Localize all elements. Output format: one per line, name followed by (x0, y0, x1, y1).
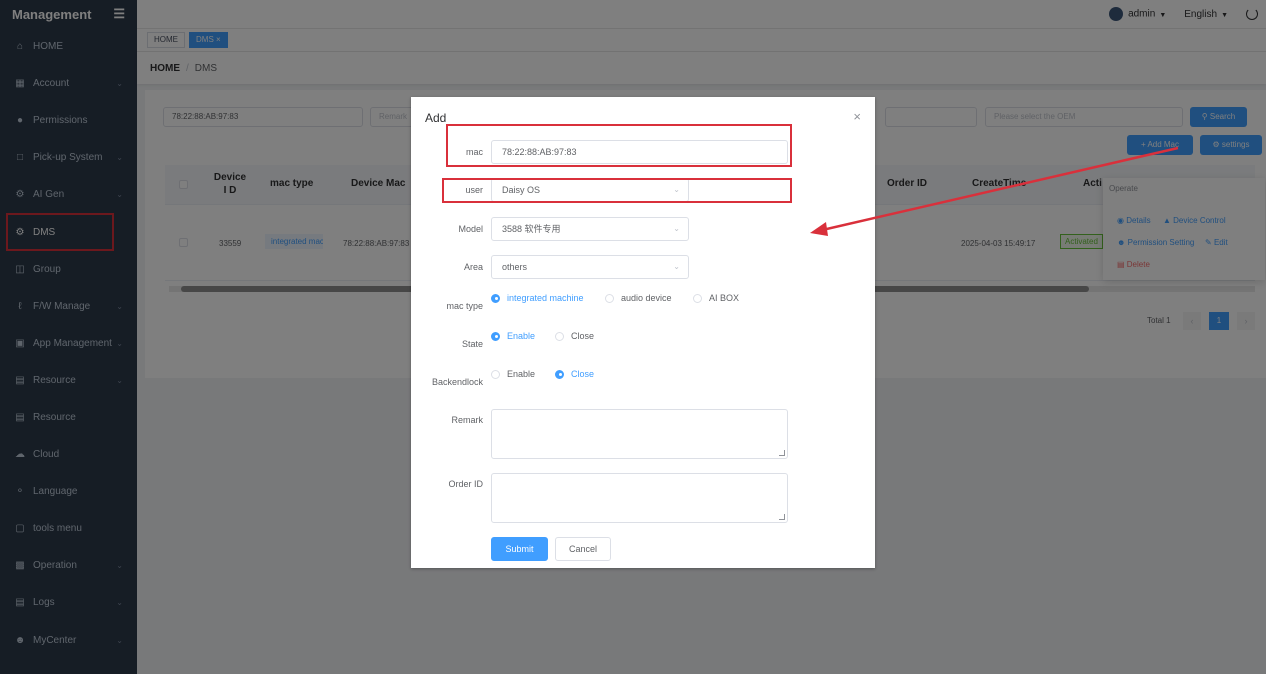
area-select-value: others (502, 262, 528, 272)
radio-dot (605, 293, 614, 303)
annotation-box-user (442, 178, 792, 203)
order-id-textarea[interactable] (491, 473, 788, 523)
remark-label: Remark (451, 415, 483, 425)
radio-label: Enable (507, 331, 536, 341)
submit-button[interactable]: Submit (491, 537, 548, 561)
radio-backendlock-close[interactable]: Close (555, 369, 594, 379)
dialog-title: Add (425, 111, 447, 125)
area-select[interactable]: others ⌄ (491, 255, 689, 279)
arrow-head (810, 222, 828, 236)
radio-integrated-machine[interactable]: integrated machine (491, 293, 584, 303)
radio-label: integrated machine (507, 293, 584, 303)
annotation-box-mac (446, 124, 792, 167)
cancel-button[interactable]: Cancel (555, 537, 611, 561)
radio-state-close[interactable]: Close (555, 331, 594, 341)
mac-type-label: mac type (446, 301, 483, 311)
radio-dot (555, 331, 564, 341)
chevron-down-icon: ⌄ (673, 224, 680, 233)
radio-label: Enable (507, 369, 536, 379)
model-select-value: 3588 软件专用 (502, 224, 561, 234)
arrow-shaft (817, 146, 1179, 233)
chevron-down-icon: ⌄ (673, 262, 680, 271)
remark-textarea[interactable] (491, 409, 788, 459)
radio-state-enable[interactable]: Enable (491, 331, 535, 341)
close-icon[interactable]: × (853, 109, 861, 124)
radio-dot (491, 369, 500, 379)
radio-dot (693, 293, 702, 303)
radio-label: Close (571, 369, 595, 379)
state-label: State (461, 339, 483, 349)
radio-dot (491, 293, 500, 303)
model-select[interactable]: 3588 软件专用 ⌄ (491, 217, 689, 241)
radio-backendlock-enable[interactable]: Enable (491, 369, 535, 379)
radio-label: audio device (621, 293, 672, 303)
radio-ai-box[interactable]: AI BOX (693, 293, 739, 303)
annotation-arrow (810, 146, 1179, 236)
radio-label: Close (571, 331, 595, 341)
radio-dot (491, 331, 500, 341)
radio-dot (555, 369, 564, 379)
area-label: Area (463, 262, 483, 272)
radio-label: AI BOX (709, 293, 740, 303)
radio-audio-device[interactable]: audio device (605, 293, 672, 303)
order-id-label: Order ID (448, 479, 483, 489)
model-label: Model (458, 224, 483, 234)
backendlock-label: Backendlock (431, 377, 483, 387)
